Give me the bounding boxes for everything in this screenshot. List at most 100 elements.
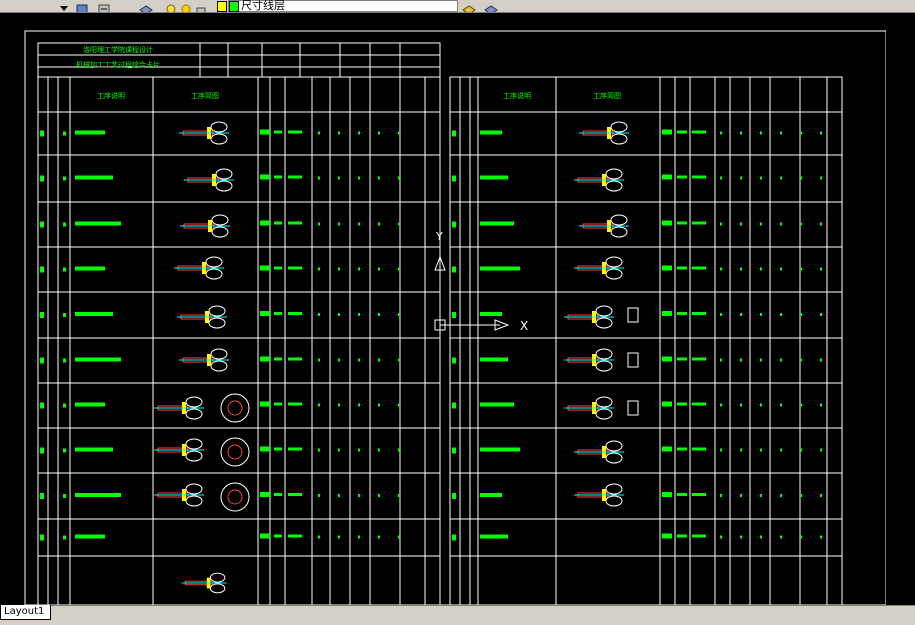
layer-stack-icon[interactable] [484, 0, 498, 12]
row-number-block [63, 222, 66, 227]
data-block [274, 175, 282, 179]
description-text-block [480, 130, 502, 135]
description-text-block [75, 493, 121, 497]
row-number-block [63, 494, 66, 498]
data-block [662, 174, 672, 180]
value-mark [398, 448, 400, 452]
data-block [260, 311, 270, 316]
left-sketch-header: 工序简图 [191, 91, 219, 100]
value-mark [338, 358, 340, 362]
flange-sketch [227, 444, 243, 460]
value-mark [338, 313, 340, 316]
description-text-block [75, 534, 105, 539]
value-mark [318, 448, 320, 452]
value-mark [740, 267, 742, 271]
row-number-block [452, 312, 456, 318]
description-text-block [75, 175, 113, 180]
row-number-block [40, 312, 44, 318]
data-block [260, 533, 270, 539]
lightbulb-icon[interactable] [165, 0, 177, 12]
layer-previous-icon[interactable] [76, 0, 88, 12]
value-mark [720, 494, 722, 497]
value-mark [780, 494, 782, 497]
flange-sketch [220, 393, 250, 423]
current-layer-name: 尺寸线层 [241, 0, 285, 12]
value-mark [378, 131, 380, 135]
value-mark [358, 267, 360, 271]
row-number-block [63, 448, 66, 453]
data-block [288, 447, 302, 451]
data-block [692, 266, 706, 270]
color-swatch-green-icon [229, 1, 239, 12]
data-block [662, 533, 672, 539]
layout-tab[interactable]: Layout1 [0, 605, 52, 620]
data-block [274, 266, 282, 270]
value-mark [800, 222, 802, 226]
data-block [288, 312, 302, 315]
value-mark [720, 222, 722, 226]
value-mark [720, 535, 722, 539]
sun-icon[interactable] [180, 0, 192, 12]
value-mark [358, 448, 360, 452]
value-mark [318, 222, 320, 226]
data-block [260, 492, 270, 497]
value-mark [720, 131, 722, 135]
data-block [288, 175, 302, 179]
value-mark [780, 131, 782, 135]
data-block [274, 312, 282, 315]
lock-icon[interactable] [195, 0, 207, 12]
value-mark [740, 358, 742, 362]
row-number-block [452, 493, 456, 499]
value-mark [720, 448, 722, 452]
row-number-block [63, 131, 66, 136]
drawing-canvas[interactable]: 洛阳理工学院课程设计 机械加工工艺过程综合卡片 工序说明 工序简图 工序说明 工序简图 X Y [0, 13, 915, 606]
data-block [692, 221, 706, 225]
value-mark [820, 222, 822, 226]
flange-sketch [220, 437, 250, 467]
row-number-block [452, 266, 456, 273]
ucs-x-label: X [520, 319, 528, 333]
layer-match-icon[interactable] [462, 0, 476, 12]
value-mark [378, 176, 380, 180]
data-block [662, 129, 672, 135]
value-mark [800, 313, 802, 316]
value-mark [358, 494, 360, 497]
right-margin [886, 13, 915, 605]
dropdown-arrow-icon[interactable] [58, 0, 70, 11]
value-mark [720, 358, 722, 362]
data-block [677, 175, 687, 179]
value-mark [740, 535, 742, 539]
data-block [274, 402, 282, 406]
value-mark [820, 131, 822, 135]
value-mark [378, 222, 380, 226]
flange-sketch [220, 482, 250, 512]
value-mark [338, 448, 340, 452]
description-text-block [75, 402, 105, 407]
data-block [260, 129, 270, 135]
data-block [260, 220, 270, 226]
data-block [677, 357, 687, 361]
value-mark [720, 267, 722, 271]
description-text-block [480, 221, 514, 226]
value-mark [358, 313, 360, 316]
value-mark [358, 358, 360, 362]
layer-manager-icon[interactable] [139, 0, 153, 12]
value-mark [800, 131, 802, 135]
row-number-block [40, 266, 44, 273]
value-mark [760, 448, 762, 452]
data-block [692, 357, 706, 361]
row-number-block [40, 130, 44, 137]
row-number-block [452, 402, 456, 409]
description-text-block [480, 312, 502, 316]
cad-drawing[interactable]: 洛阳理工学院课程设计机械加工工艺过程综合卡片工序说明 工序简图 工序说明 工序简图 X Y [0, 13, 915, 606]
value-mark [820, 535, 822, 539]
right-sketch-header: 工序简图 [593, 91, 621, 100]
flange-sketch [227, 489, 243, 505]
row-number-block [40, 221, 44, 228]
value-mark [780, 222, 782, 226]
data-block [677, 221, 687, 225]
value-mark [338, 535, 340, 539]
value-mark [780, 313, 782, 316]
layer-walk-icon[interactable] [98, 0, 110, 12]
data-block [692, 534, 706, 538]
